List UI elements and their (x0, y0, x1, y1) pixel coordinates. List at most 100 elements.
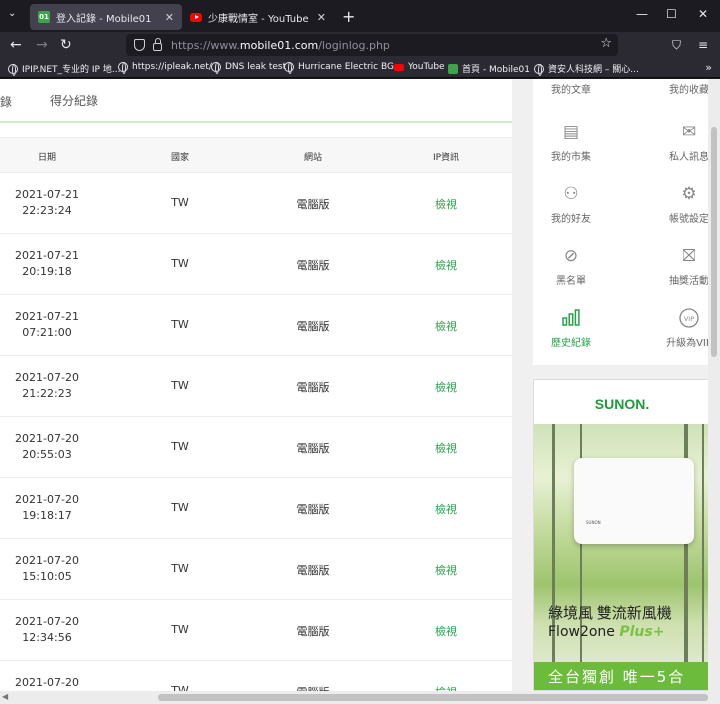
shield-icon[interactable] (134, 39, 145, 51)
table-row: 2021-07-20 20:55:03 TW 電腦版 檢視 (0, 417, 512, 478)
mobile01-icon: 01 (38, 11, 50, 23)
view-ip-link[interactable]: 檢視 (386, 623, 506, 639)
close-window-icon[interactable]: ✕ (698, 7, 708, 21)
globe-icon (211, 62, 221, 74)
mobile01-icon (448, 63, 458, 74)
menu-item-history[interactable]: 歷史紀錄 (519, 307, 623, 369)
header-ip: IP資訊 (432, 153, 460, 163)
header-site: 網站 (303, 153, 322, 163)
view-ip-link[interactable]: 檢視 (386, 562, 506, 578)
bookmark-youtube[interactable]: YouTube (394, 62, 445, 72)
ad-logo: SUNON. (534, 380, 708, 424)
menu-item-my-articles[interactable]: 我的文章 (519, 81, 623, 103)
date-cell: 2021-07-20 15:10:05 (15, 554, 79, 583)
country-cell: TW (171, 562, 189, 575)
menu-item-my-store[interactable]: ▤ 我的市集 (519, 121, 623, 183)
ventilator-product-image: SUNON (574, 458, 694, 544)
menu-item-friends[interactable]: ⚇ 我的好友 (519, 183, 623, 245)
header-date: 日期 (37, 153, 56, 163)
globe-icon (534, 63, 544, 76)
youtube-icon (394, 63, 404, 71)
view-ip-link[interactable]: 檢視 (386, 501, 506, 517)
new-tab-button[interactable]: + (342, 7, 355, 26)
tab-list-dropdown-icon[interactable]: ⌄ (8, 8, 22, 22)
country-cell: TW (171, 318, 189, 331)
tab-youtube[interactable]: 少康戰情室 - YouTube ✕ (182, 4, 334, 30)
date-cell: 2021-07-20 (15, 676, 79, 689)
date-cell: 2021-07-21 07:21:00 (15, 310, 79, 339)
scroll-left-icon[interactable]: ◀ (2, 692, 8, 701)
date-cell: 2021-07-20 21:22:23 (15, 371, 79, 400)
bookmark-star-icon[interactable]: ☆ (600, 36, 612, 51)
menu-item-blacklist[interactable]: ⊘ 黑名單 (519, 245, 623, 307)
sunon-advertisement[interactable]: SUNON. SUNON 綠境風 雙流新風機 Flow2one Plus+ 全台… (533, 379, 709, 691)
bookmarks-bar: IPIP.NET_专业的 IP 地... https://ipleak.net/… (0, 58, 720, 78)
site-cell: 電腦版 (296, 503, 330, 516)
site-cell: 電腦版 (296, 442, 330, 455)
view-ip-link[interactable]: 檢視 (386, 379, 506, 395)
country-cell: TW (171, 501, 189, 514)
table-row: 2021-07-20 21:22:23 TW 電腦版 檢視 (0, 356, 512, 417)
site-cell: 電腦版 (296, 625, 330, 638)
date-cell: 2021-07-21 22:23:24 (15, 188, 79, 217)
tab-title: 少康戰情室 - YouTube (208, 13, 309, 25)
ad-bottom-banner: 全台獨創 唯一5合 (534, 662, 708, 690)
vertical-scrollbar[interactable] (708, 79, 720, 704)
site-cell: 電腦版 (296, 564, 330, 577)
lock-icon[interactable] (153, 38, 162, 51)
country-cell: TW (171, 257, 189, 270)
pocket-icon[interactable]: ⛉ (672, 36, 681, 54)
svg-text:VIP: VIP (684, 315, 694, 323)
view-ip-link[interactable]: 檢視 (386, 440, 506, 456)
view-ip-link[interactable]: 檢視 (386, 318, 506, 334)
url-text[interactable]: https://www.mobile01.com/loginlog.php (171, 39, 390, 52)
site-cell: 電腦版 (296, 259, 330, 272)
back-icon[interactable]: ← (10, 36, 22, 54)
bookmark-ipip[interactable]: IPIP.NET_专业的 IP 地... (8, 62, 120, 76)
date-cell: 2021-07-20 20:55:03 (15, 432, 79, 461)
site-cell: 電腦版 (296, 198, 330, 211)
date-cell: 2021-07-20 12:34:56 (15, 615, 79, 644)
bookmark-ithome[interactable]: 資安人科技網 – 關心... (534, 62, 639, 76)
table-row: 2021-07-21 22:23:24 TW 電腦版 檢視 (0, 173, 512, 234)
url-bar[interactable]: https://www.mobile01.com/loginlog.php ☆ (126, 34, 618, 56)
maximize-icon[interactable]: ☐ (666, 7, 677, 21)
reload-icon[interactable]: ↻ (60, 36, 72, 54)
friends-icon: ⚇ (563, 184, 579, 204)
country-cell: TW (171, 379, 189, 392)
close-tab-icon[interactable]: ✕ (317, 11, 326, 24)
date-cell: 2021-07-20 19:18:17 (15, 493, 79, 522)
tab-score-log[interactable]: 得分紀錄 (50, 92, 98, 109)
more-bookmarks-icon[interactable]: » (705, 61, 712, 74)
close-tab-icon[interactable]: ✕ (165, 11, 174, 24)
globe-icon (8, 63, 18, 76)
youtube-icon (190, 12, 202, 22)
header-country: 國家 (170, 153, 189, 163)
bar-chart-icon (519, 307, 623, 329)
table-row: 2021-07-21 20:19:18 TW 電腦版 檢視 (0, 234, 512, 295)
bookmark-hurricane[interactable]: Hurricane Electric BG... (284, 62, 403, 74)
bookmark-dnsleak[interactable]: DNS leak test (211, 62, 286, 74)
bookmark-ipleak[interactable]: https://ipleak.net/ (118, 62, 212, 74)
site-cell: 電腦版 (296, 320, 330, 333)
login-log-card: 錄 得分紀錄 日期 國家 網站 IP資訊 2021-07-21 22:23:24 … (0, 79, 512, 699)
tab-bar: ⌄ 01 登入記錄 - Mobile01 ✕ 少康戰情室 - YouTube ✕… (0, 0, 720, 32)
vertical-scroll-thumb[interactable] (711, 127, 717, 357)
ad-slogan: 綠境風 雙流新風機 (548, 606, 672, 622)
minimize-icon[interactable]: — (636, 7, 648, 21)
horizontal-scrollbar[interactable]: ◀ (0, 691, 708, 704)
tab-loginlog[interactable]: 01 登入記錄 - Mobile01 ✕ (30, 4, 182, 30)
country-cell: TW (171, 440, 189, 453)
ad-product-name: Flow2one Plus+ (548, 624, 665, 640)
date-cell: 2021-07-21 20:19:18 (15, 249, 79, 278)
horizontal-scroll-thumb[interactable] (158, 694, 708, 701)
table-body: 2021-07-21 22:23:24 TW 電腦版 檢視 2021-07-21 2… (0, 173, 512, 704)
view-ip-link[interactable]: 檢視 (386, 196, 506, 212)
menu-icon[interactable]: ≡ (698, 36, 708, 54)
forward-icon[interactable]: → (36, 36, 48, 54)
view-ip-link[interactable]: 檢視 (386, 257, 506, 273)
bookmark-mobile01[interactable]: 首頁 - Mobile01 (448, 62, 530, 75)
tab-title: 登入記錄 - Mobile01 (56, 13, 152, 25)
country-cell: TW (171, 196, 189, 209)
tab-login-log[interactable]: 錄 (0, 93, 12, 110)
